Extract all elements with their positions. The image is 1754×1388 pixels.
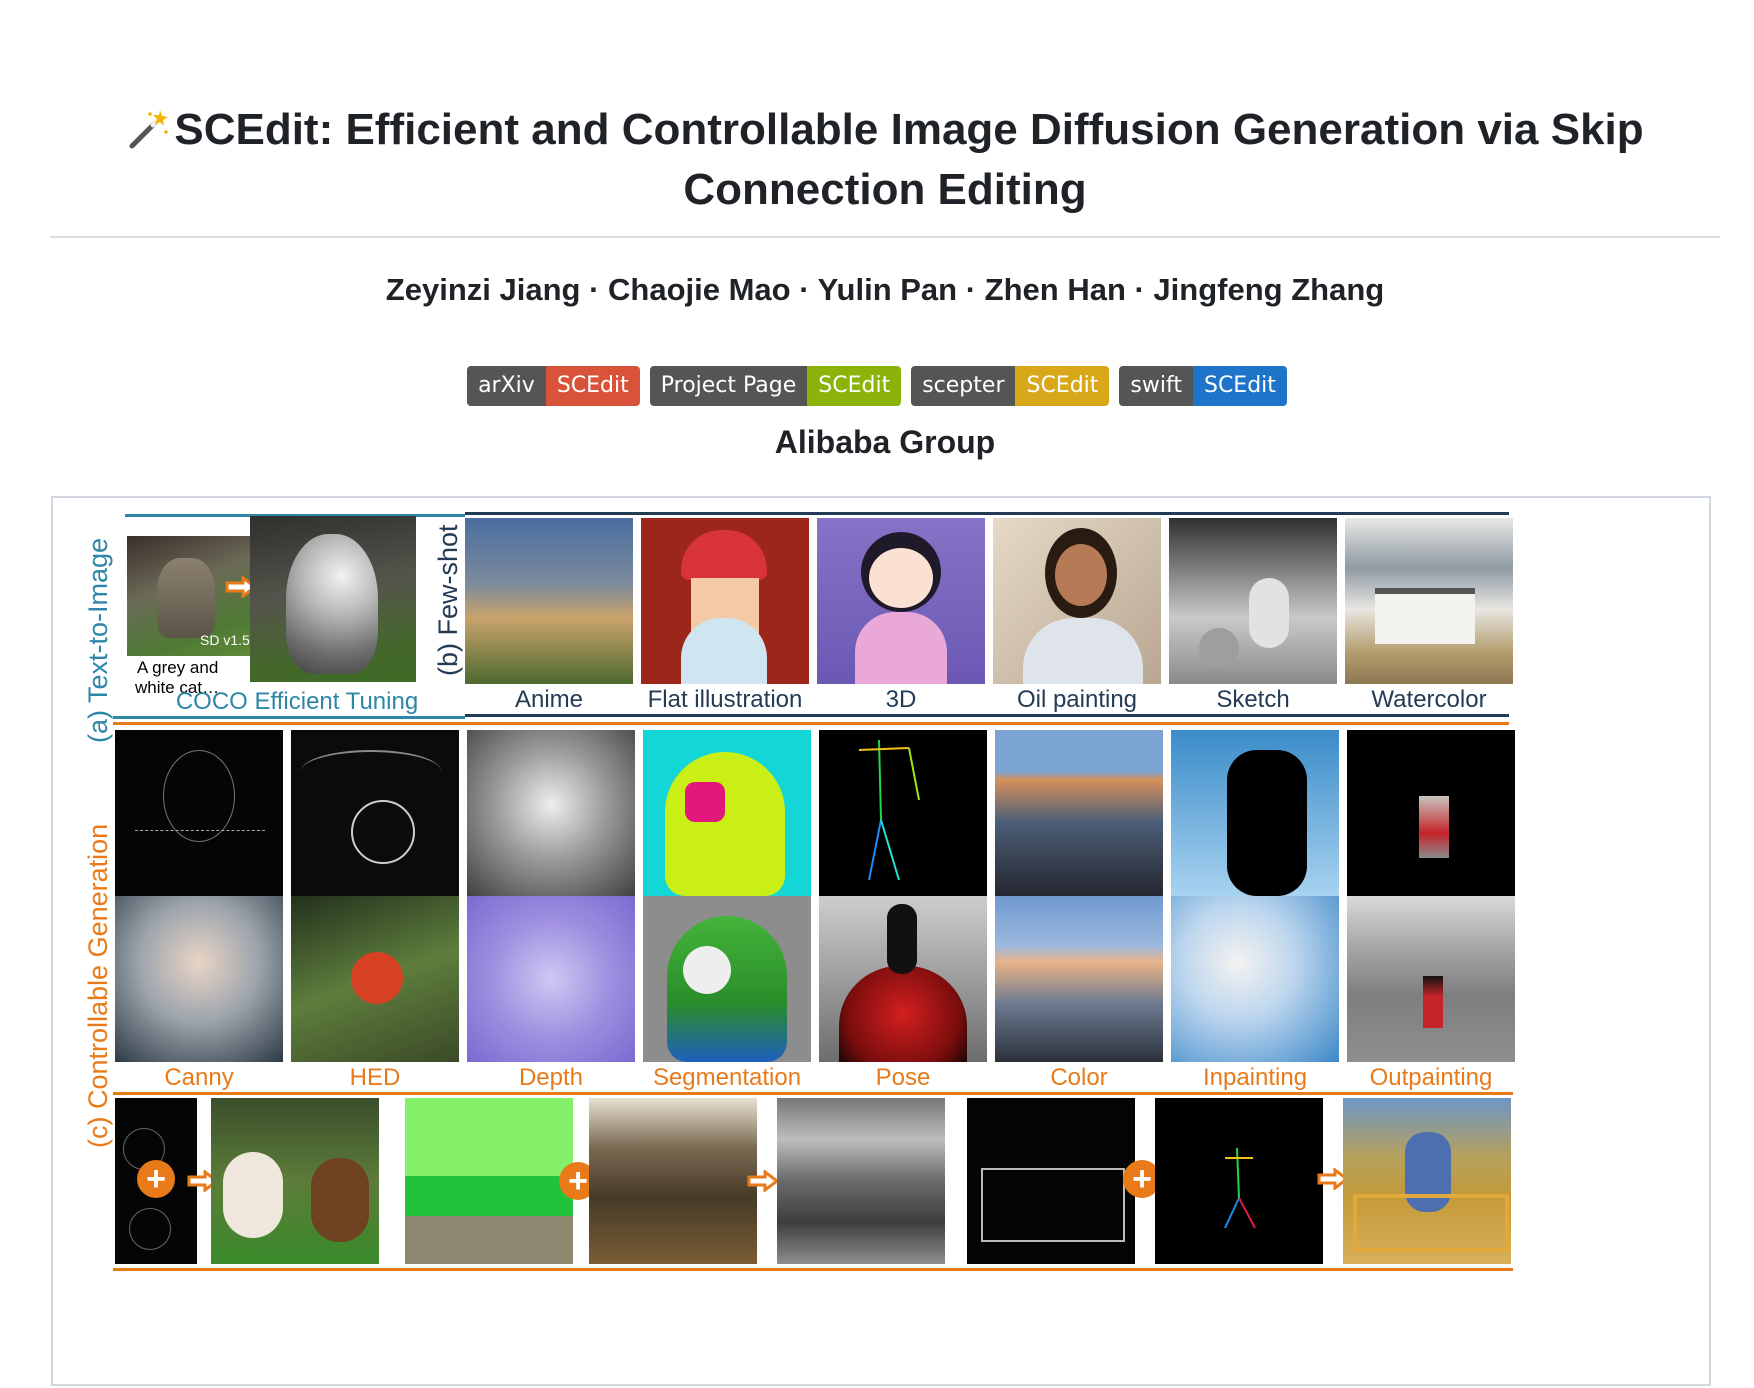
- teaser-figure: (a) Text-to-Image SD v1.5 A grey and whi…: [51, 496, 1711, 1386]
- condition-pose: [819, 730, 987, 896]
- composite-hed-input: [967, 1098, 1135, 1264]
- condition-inpainting: [1171, 730, 1339, 896]
- badge-value: SCEdit: [807, 366, 902, 406]
- sd-model-tag: SD v1.5: [200, 632, 250, 648]
- section-label-few-shot: (b) Few-shot: [433, 524, 463, 676]
- result-hed: [291, 896, 459, 1062]
- magic-wand-icon: [129, 110, 169, 149]
- page-title-text: SCEdit: Efficient and Controllable Image…: [174, 105, 1644, 214]
- few-shot-image-flat: [641, 518, 809, 684]
- author-list: Zeyinzi Jiang · Chaojie Mao · Yulin Pan …: [385, 272, 1385, 307]
- title-divider: [50, 236, 1720, 238]
- few-shot-top-line: [465, 512, 1509, 515]
- composite-bench-result: [1343, 1098, 1511, 1264]
- style-label-oil-painting: Oil painting: [1016, 686, 1138, 713]
- composite-pose-input: [1155, 1098, 1323, 1264]
- condition-outpainting: [1347, 730, 1515, 896]
- control-label-segmentation: Segmentation: [652, 1064, 802, 1091]
- controllable-bottom-line: [113, 1268, 1513, 1271]
- swift-badge[interactable]: swift SCEdit: [1119, 366, 1287, 406]
- prompt-text-line-1: A grey and: [137, 658, 219, 677]
- few-shot-image-anime: [465, 518, 633, 684]
- badge-label: Project Page: [649, 366, 808, 406]
- style-label-3d: 3D: [885, 686, 917, 713]
- control-label-depth: Depth: [518, 1064, 584, 1091]
- badge-value: SCEdit: [545, 366, 640, 406]
- scepter-badge[interactable]: scepter SCEdit: [911, 366, 1110, 406]
- result-outpainting: [1347, 896, 1515, 1062]
- control-label-outpainting: Outpainting: [1369, 1064, 1493, 1091]
- composite-dogs-result: [211, 1098, 379, 1264]
- section-separator-line: [113, 722, 1509, 725]
- project-page-badge[interactable]: Project Page SCEdit: [649, 366, 902, 406]
- composite-segmentation-input: [405, 1098, 573, 1264]
- style-label-flat-illustration: Flat illustration: [647, 686, 803, 713]
- control-label-hed: HED: [349, 1064, 401, 1091]
- control-label-canny: Canny: [164, 1064, 234, 1091]
- tuned-cat-image: [250, 516, 416, 682]
- condition-segmentation: [643, 730, 811, 896]
- badge-row: arXiv SCEdit Project Page SCEdit scepter SC…: [0, 366, 1754, 406]
- plus-icon: +: [137, 1160, 175, 1198]
- result-color: [995, 896, 1163, 1062]
- few-shot-image-sketch: [1169, 518, 1337, 684]
- badge-value: SCEdit: [1015, 366, 1110, 406]
- composite-mountain-result: [777, 1098, 945, 1264]
- result-pose: [819, 896, 987, 1062]
- badge-label: scepter: [911, 366, 1016, 406]
- result-depth: [467, 896, 635, 1062]
- control-label-color: Color: [1050, 1064, 1108, 1091]
- section-label-text-to-image: (a) Text-to-Image: [83, 537, 113, 743]
- badge-label: swift: [1119, 366, 1193, 406]
- condition-hed: [291, 730, 459, 896]
- control-label-pose: Pose: [875, 1064, 931, 1091]
- arxiv-badge[interactable]: arXiv SCEdit: [467, 366, 640, 406]
- few-shot-image-watercolor: [1345, 518, 1513, 684]
- controllable-mid-line: [113, 1092, 1513, 1095]
- badge-label: arXiv: [467, 366, 546, 406]
- section-label-controllable: (c) Controllable Generation: [83, 823, 113, 1148]
- organization: Alibaba Group: [774, 424, 996, 460]
- condition-depth: [467, 730, 635, 896]
- arrow-right-icon: [747, 1170, 779, 1192]
- style-label-sketch: Sketch: [1216, 686, 1290, 713]
- page-title: SCEdit: Efficient and Controllable Image…: [50, 100, 1720, 220]
- condition-color: [995, 730, 1163, 896]
- style-label-watercolor: Watercolor: [1371, 686, 1487, 713]
- t2i-caption: COCO Efficient Tuning: [175, 688, 419, 715]
- control-label-inpainting: Inpainting: [1202, 1064, 1308, 1091]
- badge-value: SCEdit: [1192, 366, 1287, 406]
- t2i-bottom-line: [113, 716, 465, 719]
- few-shot-bottom-line: [465, 714, 1509, 717]
- few-shot-image-3d: [817, 518, 985, 684]
- result-inpainting: [1171, 896, 1339, 1062]
- style-label-anime: Anime: [514, 686, 584, 713]
- result-canny: [115, 896, 283, 1062]
- composite-color-input: [589, 1098, 757, 1264]
- result-segmentation: [643, 896, 811, 1062]
- few-shot-image-oil: [993, 518, 1161, 684]
- condition-canny: [115, 730, 283, 896]
